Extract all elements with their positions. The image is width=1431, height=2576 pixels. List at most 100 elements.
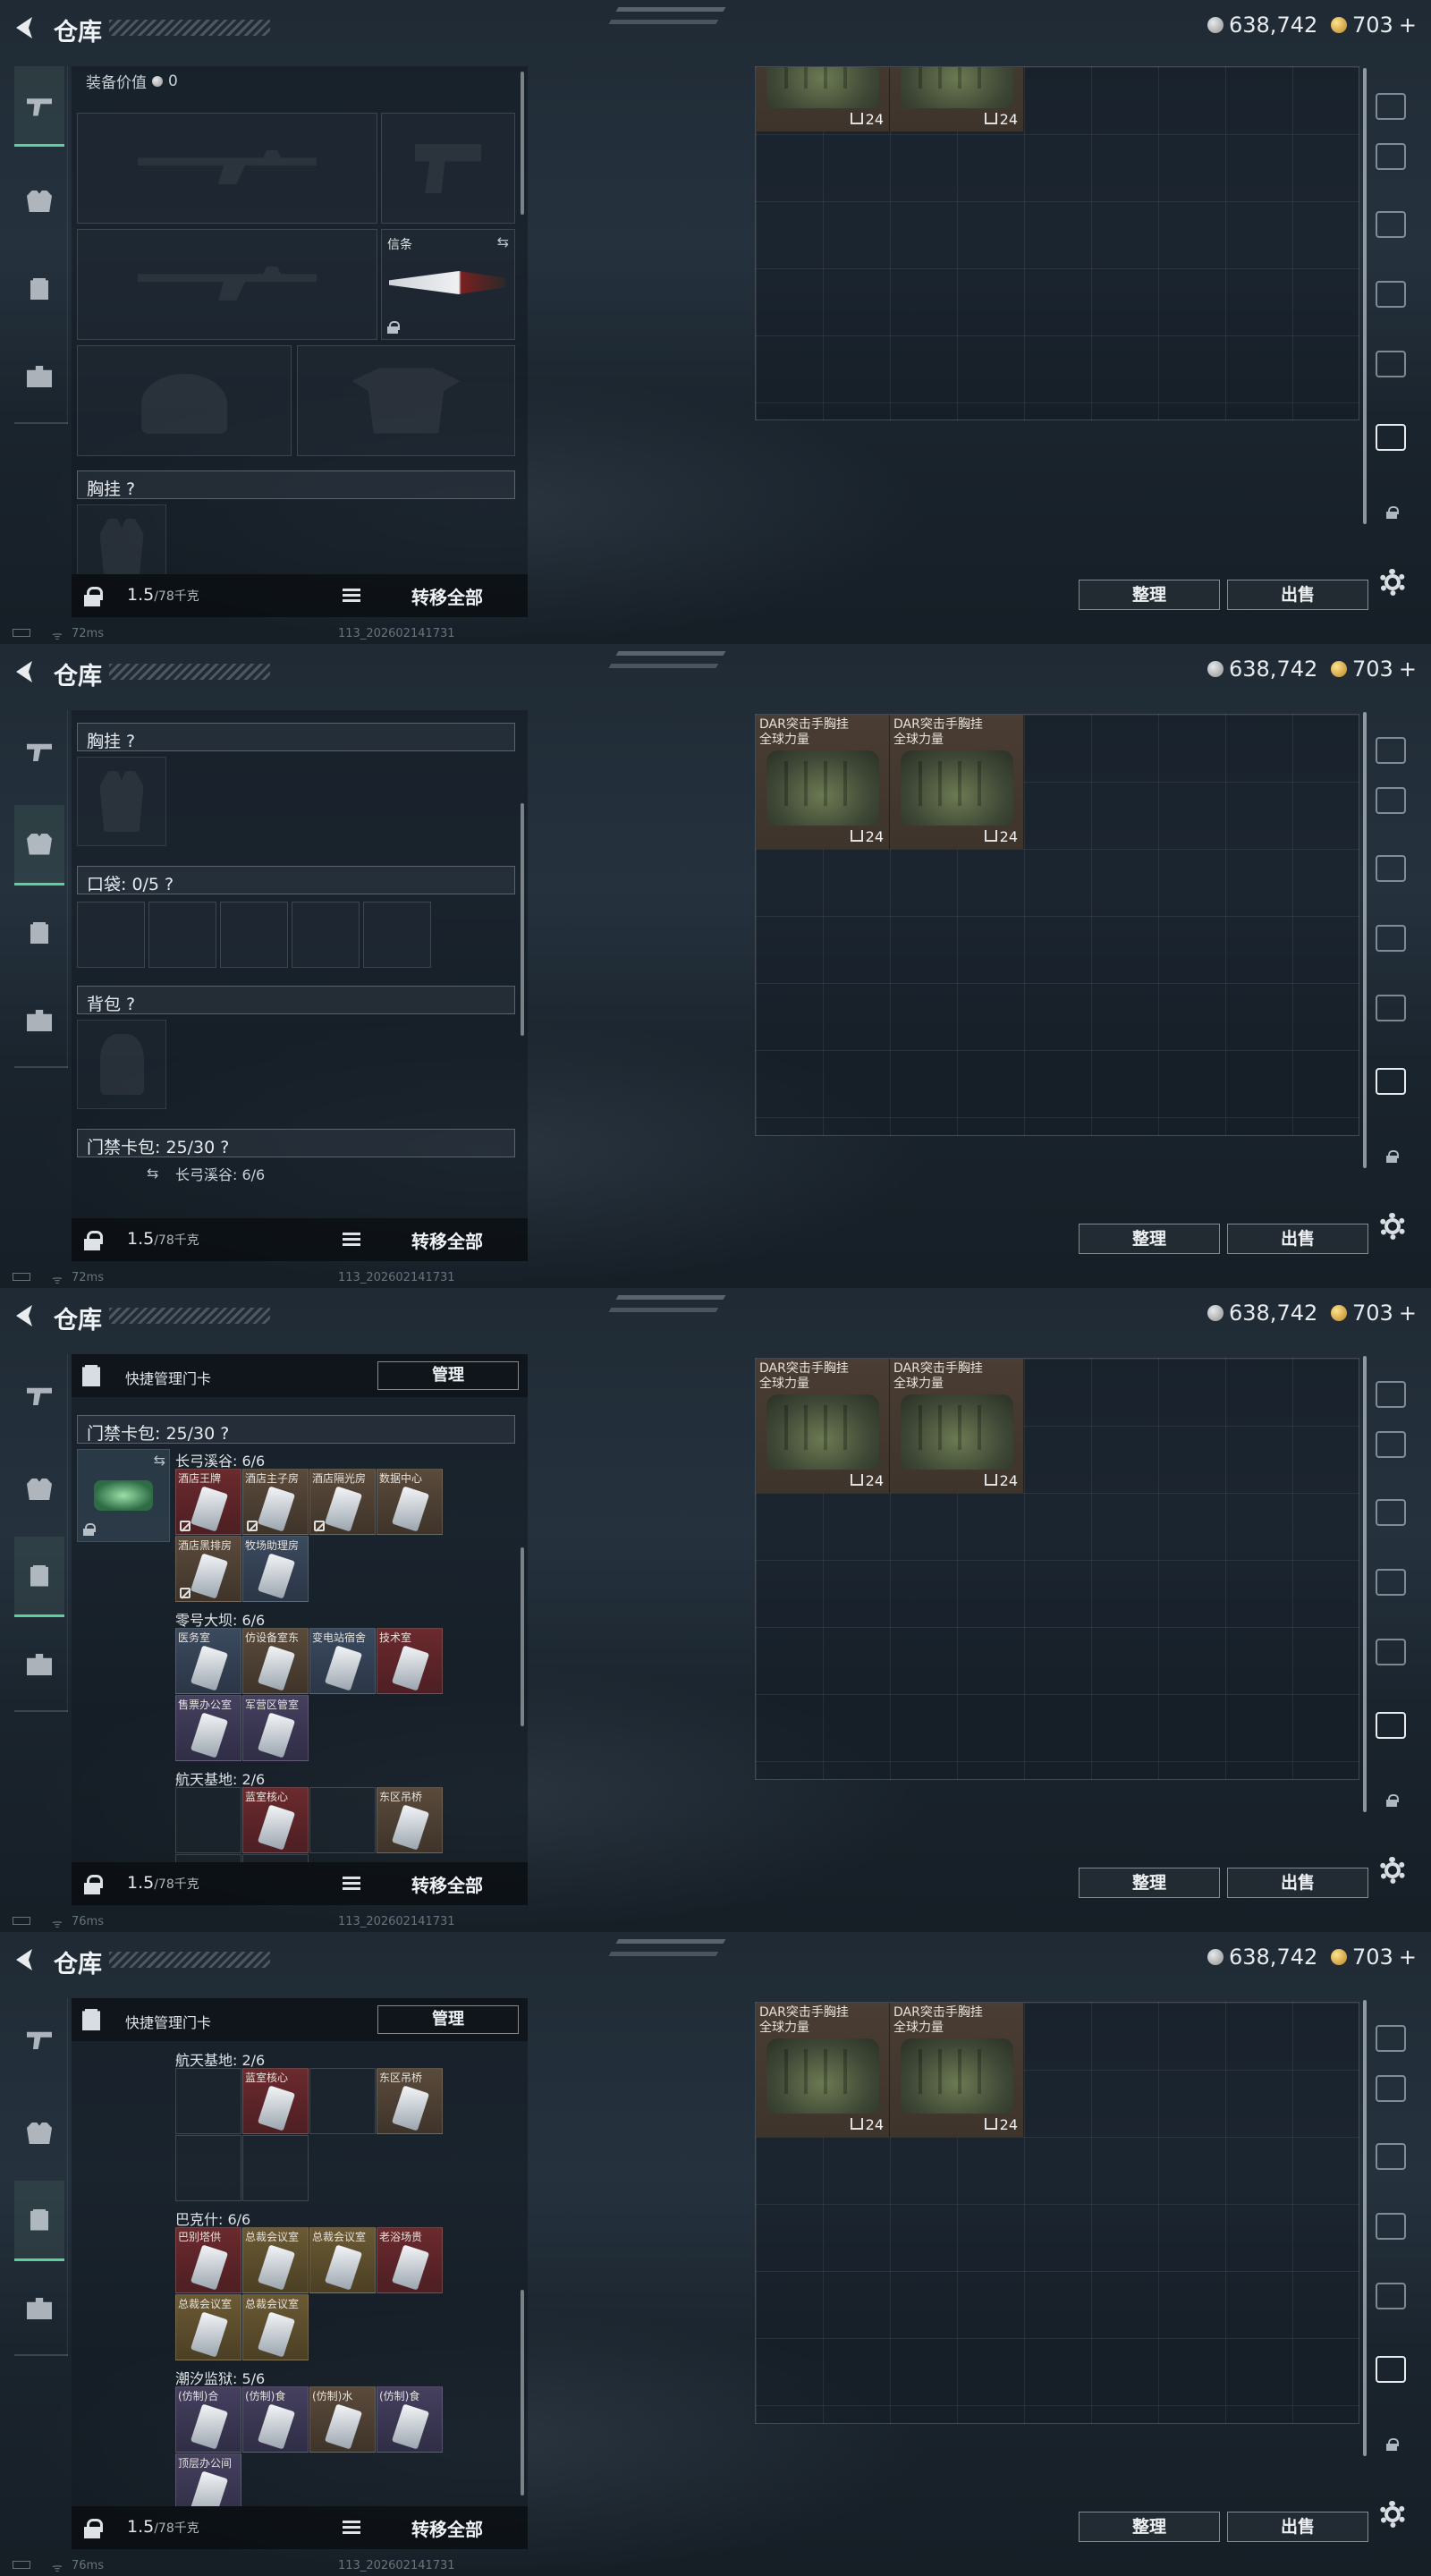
keycard-slot[interactable]: (仿制)食 bbox=[242, 2386, 309, 2453]
card-scrollbar[interactable] bbox=[521, 2290, 524, 2496]
sort-button[interactable]: 整理 bbox=[1079, 1868, 1220, 1898]
lock-icon[interactable] bbox=[1386, 506, 1399, 519]
v-helmet-icon[interactable] bbox=[1376, 281, 1406, 308]
stash-item[interactable]: DAR突击手胸挂 全球力量 24 bbox=[756, 1359, 890, 1493]
keycard-slot[interactable]: 顶层办公间 bbox=[175, 2453, 241, 2506]
stash-grid[interactable]: 24 24 bbox=[755, 66, 1359, 420]
stash-item[interactable]: DAR突击手胸挂 全球力量 24 bbox=[890, 2003, 1024, 2137]
iii-helmet-icon[interactable] bbox=[1376, 2143, 1406, 2170]
map-icon[interactable] bbox=[1376, 2356, 1406, 2383]
gold-add-button[interactable]: + bbox=[1399, 1945, 1417, 1970]
safe-icon[interactable] bbox=[1376, 737, 1406, 764]
list-icon[interactable] bbox=[343, 589, 360, 603]
nav-cases[interactable] bbox=[14, 2268, 64, 2349]
list-icon[interactable] bbox=[343, 1233, 360, 1247]
keycard-slot[interactable]: (仿制)水 bbox=[309, 2386, 376, 2453]
empty-card-slot[interactable] bbox=[309, 2068, 376, 2134]
nav-keycards[interactable] bbox=[14, 249, 64, 329]
lock-icon[interactable] bbox=[1386, 1150, 1399, 1163]
back-arrow-icon[interactable] bbox=[13, 659, 36, 684]
nav-weapons[interactable] bbox=[14, 66, 64, 147]
map-icon[interactable] bbox=[1376, 424, 1406, 451]
v-helmet-icon[interactable] bbox=[1376, 1569, 1406, 1596]
sort-button[interactable]: 整理 bbox=[1079, 2512, 1220, 2542]
sell-button[interactable]: 出售 bbox=[1227, 1868, 1368, 1898]
keycard-slot[interactable]: 仿设备室东 bbox=[242, 1628, 309, 1694]
v-helmet-icon[interactable] bbox=[1376, 2213, 1406, 2240]
iii-helmet-icon[interactable] bbox=[1376, 855, 1406, 882]
chest-rig-header[interactable]: 胸挂 ? bbox=[77, 723, 515, 751]
settings-icon[interactable] bbox=[1379, 1857, 1406, 1884]
keycard-slot[interactable]: 蓝室核心 bbox=[242, 1787, 309, 1853]
loadout-scrollbar[interactable] bbox=[521, 803, 524, 1036]
secondary-weapon-slot[interactable] bbox=[77, 229, 377, 340]
swap-icon[interactable]: ⇆ bbox=[147, 1165, 158, 1182]
chest-rig-slot[interactable] bbox=[77, 757, 166, 846]
keycard-slot[interactable]: 巴别塔供 bbox=[175, 2227, 241, 2293]
padlock-icon[interactable] bbox=[84, 2519, 103, 2538]
keycard-slot[interactable]: 酒店隔光房 bbox=[309, 1469, 376, 1535]
gold-currency[interactable]: 703 + bbox=[1331, 13, 1417, 38]
pocket-slot[interactable] bbox=[220, 902, 288, 968]
empty-card-slot[interactable] bbox=[175, 2068, 241, 2134]
padlock-icon[interactable] bbox=[84, 587, 103, 606]
chest-rig-slot[interactable] bbox=[77, 504, 166, 574]
card-scrollbar[interactable] bbox=[521, 1547, 524, 1726]
map-icon[interactable] bbox=[1376, 1712, 1406, 1739]
gold-add-button[interactable]: + bbox=[1399, 1301, 1417, 1326]
iv-armor-icon[interactable] bbox=[1376, 2283, 1406, 2309]
stash-scrollbar[interactable] bbox=[1363, 2000, 1367, 2456]
gold-currency[interactable]: 703 + bbox=[1331, 657, 1417, 682]
nav-weapons[interactable] bbox=[14, 1998, 64, 2079]
list-icon[interactable] bbox=[343, 2521, 360, 2535]
stash-grid[interactable]: DAR突击手胸挂 全球力量 24 DAR突击手胸挂 全球力量 24 bbox=[755, 1358, 1359, 1780]
nav-keycards[interactable] bbox=[14, 893, 64, 973]
nav-keycards[interactable] bbox=[14, 1537, 64, 1617]
stash-scrollbar[interactable] bbox=[1363, 1356, 1367, 1812]
gold-currency[interactable]: 703 + bbox=[1331, 1301, 1417, 1326]
transfer-all-button[interactable]: 转移全部 bbox=[411, 2515, 483, 2541]
sell-button[interactable]: 出售 bbox=[1227, 1224, 1368, 1254]
keycard-slot[interactable]: (仿制)食 bbox=[377, 2386, 443, 2453]
iv-armor-icon[interactable] bbox=[1376, 351, 1406, 377]
empty-card-slot[interactable] bbox=[242, 1854, 309, 1862]
pocket-slot[interactable] bbox=[363, 902, 431, 968]
keycard-slot[interactable]: 牧场助理房 bbox=[242, 1536, 309, 1602]
nav-armor[interactable] bbox=[14, 2093, 64, 2174]
empty-card-slot[interactable] bbox=[175, 1787, 241, 1853]
nav-keycards[interactable] bbox=[14, 2181, 64, 2261]
pistol-slot[interactable] bbox=[381, 113, 515, 224]
empty-card-slot[interactable] bbox=[242, 2135, 309, 2201]
pocket-slot[interactable] bbox=[77, 902, 145, 968]
lock-icon[interactable] bbox=[1386, 1794, 1399, 1807]
keycard-slot[interactable]: 医务室 bbox=[175, 1628, 241, 1694]
sort-button[interactable]: 整理 bbox=[1079, 580, 1220, 610]
back-arrow-icon[interactable] bbox=[13, 1947, 36, 1972]
chest-rig-header[interactable]: 胸挂 ? bbox=[77, 470, 515, 499]
map-icon[interactable] bbox=[1376, 1068, 1406, 1095]
card-pack-header[interactable]: 门禁卡包: 25/30 ? bbox=[77, 1415, 515, 1444]
stash-item[interactable]: DAR突击手胸挂 全球力量 24 bbox=[756, 2003, 890, 2137]
nav-armor[interactable] bbox=[14, 1449, 64, 1530]
keycard-slot[interactable]: 军营区管室 bbox=[242, 1695, 309, 1761]
keycard-slot[interactable]: 总裁会议室 bbox=[309, 2227, 376, 2293]
keycard-slot[interactable]: 总裁会议室 bbox=[242, 2227, 309, 2293]
helmet-slot[interactable] bbox=[77, 345, 292, 456]
nav-armor[interactable] bbox=[14, 805, 64, 886]
backpack-slot[interactable] bbox=[77, 1020, 166, 1109]
armor-slot[interactable] bbox=[297, 345, 515, 456]
transfer-all-button[interactable]: 转移全部 bbox=[411, 1871, 483, 1897]
keycard-slot[interactable]: 数据中心 bbox=[377, 1469, 443, 1535]
padlock-icon[interactable] bbox=[84, 1231, 103, 1250]
keycard-slot[interactable]: 酒店黑排房 bbox=[175, 1536, 241, 1602]
swap-icon[interactable]: ⇆ bbox=[154, 1452, 165, 1469]
backpack-header[interactable]: 背包 ? bbox=[77, 986, 515, 1014]
v-helmet-icon[interactable] bbox=[1376, 925, 1406, 952]
gold-add-button[interactable]: + bbox=[1399, 657, 1417, 682]
nav-cases[interactable] bbox=[14, 1624, 64, 1705]
pocket-slot[interactable] bbox=[292, 902, 360, 968]
iv-armor-icon[interactable] bbox=[1376, 995, 1406, 1021]
iii-helmet-icon[interactable] bbox=[1376, 1499, 1406, 1526]
keycard-slot[interactable]: 酒店王牌 bbox=[175, 1469, 241, 1535]
card-pack-header[interactable]: 门禁卡包: 25/30 ? bbox=[77, 1129, 515, 1157]
